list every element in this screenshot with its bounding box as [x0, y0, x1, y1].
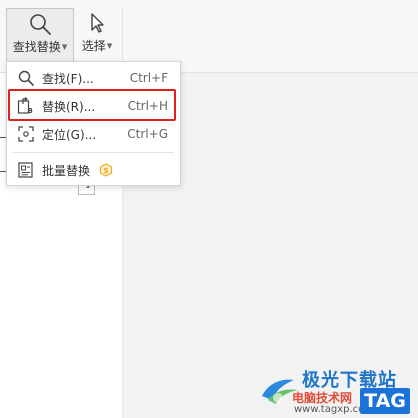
find-replace-dropdown-menu: 查找(F)... Ctrl+F B 替换(R)... Ctrl+H 定位(G).… — [6, 61, 181, 186]
premium-badge-icon: $ — [99, 163, 113, 177]
menu-separator — [13, 152, 174, 153]
select-label: 选择 — [81, 39, 106, 53]
search-icon — [30, 14, 51, 35]
menu-item-find[interactable]: 查找(F)... Ctrl+F — [7, 64, 180, 92]
find-replace-label: 查找替换 — [12, 40, 61, 54]
select-button[interactable]: 选择▼ — [78, 8, 116, 60]
search-icon — [18, 70, 34, 86]
menu-item-batch-replace[interactable]: 批量替换 $ — [7, 156, 180, 184]
menu-item-shortcut: Ctrl+G — [127, 127, 168, 141]
menu-item-label: 查找(F)... — [42, 71, 94, 86]
menu-item-label: 定位(G)... — [42, 127, 97, 142]
ribbon-divider — [122, 8, 123, 60]
menu-item-label: 批量替换 — [42, 163, 91, 178]
watermark-tag: TAG — [360, 388, 410, 414]
chevron-down-icon: ▼ — [106, 42, 113, 50]
replace-highlight-box — [8, 89, 176, 121]
menu-item-locate[interactable]: 定位(G)... Ctrl+G — [7, 120, 180, 148]
batch-replace-icon — [18, 162, 33, 178]
cursor-icon — [91, 13, 104, 33]
svg-text:$: $ — [103, 166, 109, 175]
menu-item-shortcut: Ctrl+F — [129, 71, 168, 85]
find-replace-button[interactable]: 查找替换▼ — [6, 8, 74, 62]
locate-icon — [18, 126, 34, 142]
chevron-down-icon: ▼ — [61, 43, 68, 51]
